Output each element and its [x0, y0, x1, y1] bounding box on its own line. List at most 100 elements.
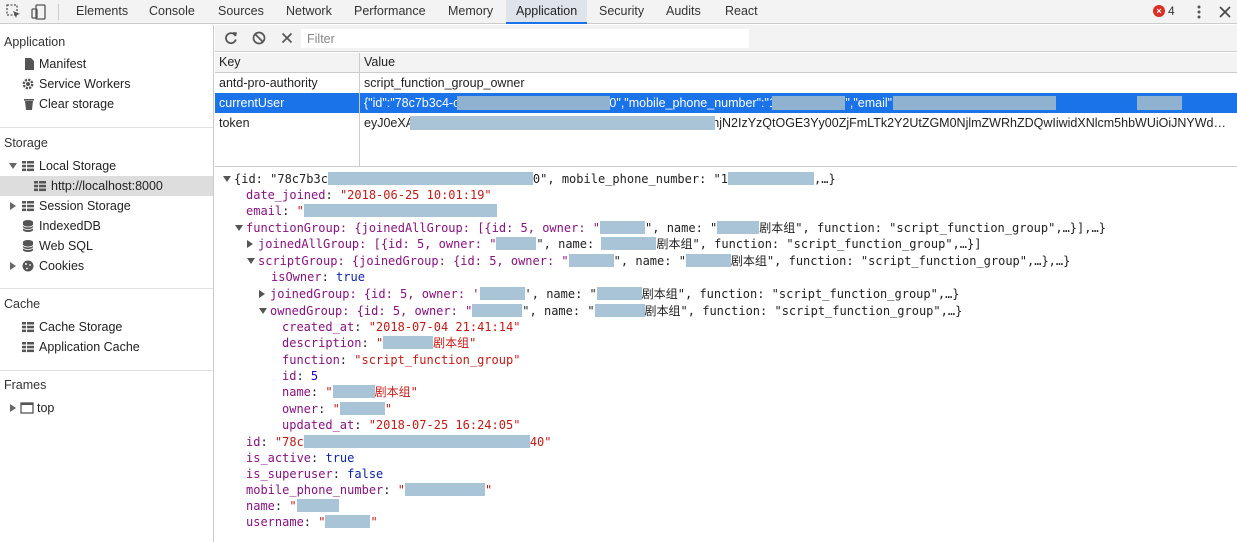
table-header: Key Value [215, 53, 1237, 73]
value-id: 5 [310, 369, 319, 383]
expanded-arrow-icon[interactable] [247, 258, 255, 264]
sidebar-item-cache-storage[interactable]: Cache Storage [0, 317, 213, 337]
expanded-arrow-icon[interactable] [223, 176, 231, 182]
table-row[interactable]: token eyJ0eXAiOiJKV1QiLCJhbGciOiJIUzI1Ni… [215, 113, 1237, 133]
script-group-summary: scriptGroup: {joinedGroup: {id: 5, owner… [258, 254, 1071, 268]
sidebar-item-manifest[interactable]: Manifest [0, 54, 213, 74]
refresh-icon[interactable] [223, 30, 239, 46]
filter-input[interactable] [301, 29, 749, 48]
prop-id: id: 5 [282, 369, 319, 383]
table-row[interactable]: antd-pro-authority script_function_group… [215, 73, 1237, 93]
sidebar-item-label: IndexedDB [39, 219, 101, 233]
inspect-element-icon[interactable] [5, 3, 23, 21]
sidebar-item-localhost-origin[interactable]: http://localhost:8000 [0, 176, 213, 196]
expanded-arrow-icon[interactable] [259, 308, 267, 314]
owned-group-summary: ownedGroup: {id: 5, owner: " ", name: " 剧本… [270, 304, 963, 318]
value-name: 剧本组" [374, 385, 418, 399]
clear-all-icon[interactable] [251, 30, 267, 46]
delete-selected-icon[interactable] [279, 30, 295, 46]
sidebar-item-label: Local Storage [39, 159, 117, 173]
tab-react[interactable]: React [717, 0, 766, 24]
joined-group-summary: joinedGroup: {id: 5, owner: ' ', name: " 剧… [270, 287, 960, 301]
close-devtools-icon[interactable] [1216, 3, 1234, 21]
redacted-block [893, 96, 1056, 110]
tree-root[interactable]: {id: "78c7b3c 0", mobile_phone_number: "1… [223, 171, 836, 187]
tab-memory[interactable]: Memory [440, 0, 501, 24]
sidebar-item-frame-top[interactable]: top [0, 398, 213, 418]
prop-joined-group[interactable]: joinedGroup: {id: 5, owner: ' ', name: " 剧… [259, 286, 960, 302]
tab-performance[interactable]: Performance [346, 0, 434, 24]
cookie-icon [22, 260, 34, 272]
prop-is-active: is_active: true [246, 451, 355, 465]
tab-application[interactable]: Application [506, 0, 588, 24]
prop-username: username: " " [246, 515, 378, 529]
redacted-block [327, 172, 533, 185]
collapsed-arrow-icon[interactable] [10, 404, 16, 412]
table-row-selected[interactable]: currentUser {"id":"78c7b3c4-ca70-4f1f-8e… [215, 93, 1237, 113]
prop-function-group[interactable]: functionGroup: {joinedAllGroup: [{id: 5,… [235, 220, 1106, 236]
tab-sources[interactable]: Sources [210, 0, 272, 24]
column-divider[interactable] [359, 53, 360, 166]
tab-network[interactable]: Network [278, 0, 340, 24]
sidebar-item-label: Cookies [39, 259, 85, 273]
collapsed-arrow-icon[interactable] [10, 262, 16, 270]
column-header-value[interactable]: Value [360, 53, 395, 73]
trash-icon [24, 99, 34, 110]
sidebar-item-indexeddb[interactable]: IndexedDB [0, 216, 213, 236]
error-icon[interactable]: × [1153, 5, 1165, 17]
prop-joined-all-group[interactable]: joinedAllGroup: [{id: 5, owner: " ", name… [247, 236, 981, 252]
cell-key: token [219, 116, 250, 130]
cell-value: script_function_group_owner [364, 76, 525, 90]
expanded-arrow-icon[interactable] [235, 225, 243, 231]
prop-function: function: "script_function_group" [282, 353, 521, 367]
value-is-active: true [325, 451, 355, 465]
value-description: 剧本组" [433, 336, 477, 350]
prop-script-group[interactable]: scriptGroup: {joinedGroup: {id: 5, owner… [247, 253, 1070, 269]
prop-user-name: name: " [246, 498, 339, 514]
redacted-block [594, 304, 645, 317]
value-is-owner: true [336, 270, 365, 284]
tree-root-tail: 0", mobile_phone_number: "1 [532, 172, 728, 186]
collapsed-arrow-icon[interactable] [247, 240, 253, 248]
collapsed-arrow-icon[interactable] [10, 202, 16, 210]
prop-owned-group[interactable]: ownedGroup: {id: 5, owner: " ", name: " 剧本… [259, 303, 962, 319]
collapsed-arrow-icon[interactable] [259, 290, 265, 298]
tree-root-open: {id: "78c7b3c [234, 172, 328, 186]
tab-audits[interactable]: Audits [658, 0, 709, 24]
column-header-key[interactable]: Key [215, 53, 359, 73]
sidebar-item-label: Web SQL [39, 239, 93, 253]
error-count[interactable]: 4 [1168, 4, 1175, 18]
prop-user-id: id: "78c 40" [246, 435, 552, 449]
redacted-block [600, 221, 646, 234]
sidebar-divider [0, 127, 213, 128]
sidebar-item-clear-storage[interactable]: Clear storage [0, 94, 213, 114]
toolbar-separator [58, 4, 59, 20]
prop-created-at: created_at: "2018-07-04 21:41:14" [282, 320, 521, 334]
sidebar-item-session-storage[interactable]: Session Storage [0, 196, 213, 216]
value-date-joined: "2018-06-25 10:01:19" [339, 188, 492, 202]
sidebar-item-label: Cache Storage [39, 320, 123, 334]
more-options-icon[interactable] [1190, 3, 1208, 21]
tab-elements[interactable]: Elements [68, 0, 136, 24]
database-icon [22, 240, 34, 252]
redacted-block [303, 204, 497, 217]
redacted-block [410, 116, 715, 130]
sidebar-item-websql[interactable]: Web SQL [0, 236, 213, 256]
gear-icon [22, 78, 34, 90]
redacted-block [325, 515, 371, 528]
expanded-arrow-icon[interactable] [9, 163, 17, 169]
sidebar-item-application-cache[interactable]: Application Cache [0, 337, 213, 357]
storage-toolbar [215, 25, 1237, 52]
redacted-block [685, 254, 731, 267]
sidebar-item-label: Manifest [39, 57, 87, 71]
sidebar-item-local-storage[interactable]: Local Storage [0, 156, 213, 176]
redacted-block [772, 96, 845, 110]
sidebar-item-cookies[interactable]: Cookies [0, 256, 213, 276]
tab-security[interactable]: Security [591, 0, 652, 24]
section-title-storage: Storage [4, 136, 48, 150]
device-toolbar-icon[interactable] [30, 3, 48, 21]
tab-console[interactable]: Console [141, 0, 203, 24]
devtools-tabbar: Elements Console Sources Network Perform… [0, 0, 1237, 24]
prop-is-superuser: is_superuser: false [246, 467, 384, 481]
sidebar-item-service-workers[interactable]: Service Workers [0, 74, 213, 94]
